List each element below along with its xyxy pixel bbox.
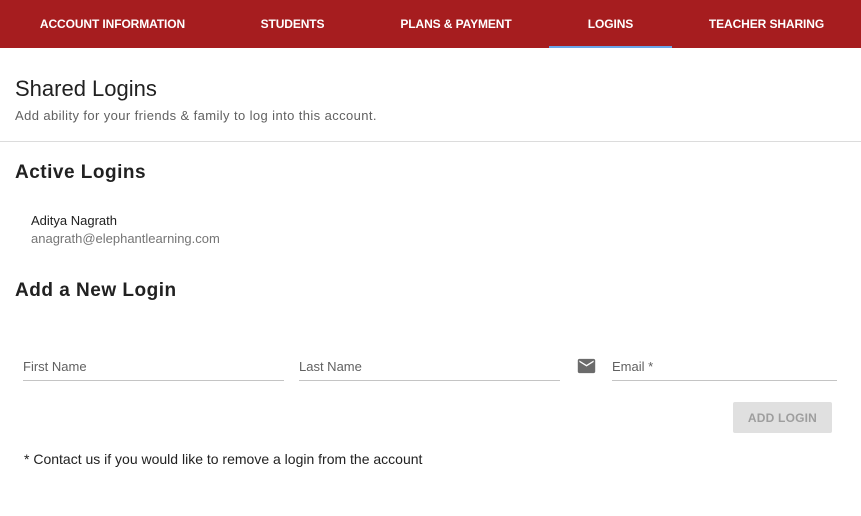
tab-logins[interactable]: LOGINS [549,0,672,48]
tab-label: TEACHER SHARING [708,17,825,31]
add-login-button[interactable]: ADD LOGIN [733,402,832,433]
first-name-input[interactable] [23,355,284,377]
email-field [612,355,837,381]
tab-label: ACCOUNT INFORMATION [39,17,186,31]
active-logins-heading: Active Logins [15,162,147,183]
last-name-input[interactable] [299,355,560,377]
first-name-field [23,355,284,381]
tab-bar: ACCOUNT INFORMATION STUDENTS PLANS & PAY… [0,0,861,48]
active-tab-indicator [549,46,672,48]
page-subtitle: Add ability for your friends & family to… [15,108,377,123]
tab-label: PLANS & PAYMENT [400,17,512,31]
tab-label: LOGINS [587,17,634,31]
email-input[interactable] [612,355,837,377]
login-email: anagrath@elephantlearning.com [31,231,220,246]
mail-icon [577,358,596,374]
footnote: * Contact us if you would like to remove… [24,451,423,467]
tab-label: STUDENTS [260,17,325,31]
login-name: Aditya Nagrath [31,213,117,228]
tab-plans-payment[interactable]: PLANS & PAYMENT [360,0,552,48]
tab-teacher-sharing[interactable]: TEACHER SHARING [672,0,861,48]
add-new-login-heading: Add a New Login [15,280,177,301]
tab-students[interactable]: STUDENTS [225,0,360,48]
tab-account-information[interactable]: ACCOUNT INFORMATION [0,0,225,48]
page-title: Shared Logins [15,76,157,101]
last-name-field [299,355,560,381]
divider [0,141,861,142]
